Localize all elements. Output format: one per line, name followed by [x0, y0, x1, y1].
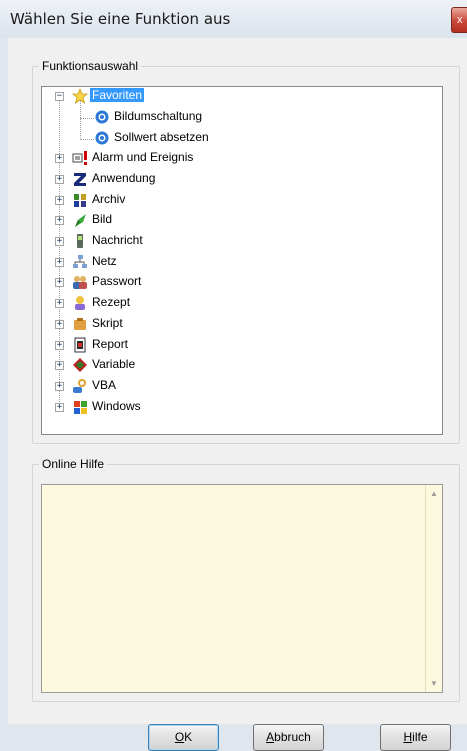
tree-item-favoriten[interactable]: − Favoriten: [42, 87, 442, 105]
tree-label: Anwendung: [92, 171, 156, 185]
variable-icon: [73, 358, 87, 372]
ok-rest: K: [184, 730, 193, 744]
tree-label: Bild: [92, 212, 113, 226]
expand-toggle[interactable]: +: [55, 196, 64, 205]
abbruch-accelerator: A: [266, 730, 275, 744]
tree-item-rezept[interactable]: + Rezept: [42, 294, 442, 312]
script-icon: [74, 318, 86, 330]
tree-item-netz[interactable]: + Netz: [42, 253, 442, 271]
tree-item-bildumschaltung[interactable]: Bildumschaltung: [42, 108, 442, 126]
users-icon: [73, 276, 87, 289]
tree-item-alarm-und-ereignis[interactable]: + Alarm und Ereignis: [42, 149, 442, 167]
funktionsauswahl-label: Funktionsauswahl: [39, 59, 142, 73]
help-text-area[interactable]: ▲ ▼: [41, 484, 443, 693]
abbruch-rest: bbruch: [274, 730, 311, 744]
help-scrollbar[interactable]: ▲ ▼: [425, 485, 442, 692]
message-phone-icon: [77, 234, 83, 248]
function-gear-icon: [95, 110, 109, 124]
tree-item-archiv[interactable]: + Archiv: [42, 191, 442, 209]
vba-icon: [73, 379, 86, 393]
expand-toggle[interactable]: +: [55, 278, 64, 287]
expand-toggle[interactable]: +: [55, 320, 64, 329]
tree-label: Passwort: [92, 274, 142, 288]
tree-item-windows[interactable]: + Windows: [42, 398, 442, 416]
network-icon: [73, 255, 87, 268]
online-hilfe-label: Online Hilfe: [39, 457, 108, 471]
scroll-up-arrow-icon[interactable]: ▲: [430, 489, 438, 498]
funktionsauswahl-group: Funktionsauswahl − Favoriten Bildumschal…: [32, 59, 460, 444]
tree-label-bildumschaltung: Bildumschaltung: [114, 109, 203, 123]
expand-toggle[interactable]: +: [55, 154, 64, 163]
hilfe-rest: ilfe: [412, 730, 428, 744]
recipe-icon: [75, 296, 85, 310]
tree-label-sollwert-absetzen: Sollwert absetzen: [114, 130, 209, 144]
star-icon: [72, 88, 88, 104]
scroll-down-arrow-icon[interactable]: ▼: [430, 679, 438, 688]
function-gear-icon: [95, 131, 109, 145]
close-button[interactable]: x: [451, 7, 467, 33]
expand-toggle[interactable]: +: [55, 403, 64, 412]
tree-label: Report: [92, 337, 129, 351]
function-tree[interactable]: − Favoriten Bildumschaltung Sollwert abs…: [41, 86, 443, 435]
tree-item-report[interactable]: + Report: [42, 336, 442, 354]
window-title: Wählen Sie eine Funktion aus: [10, 10, 231, 28]
abbruch-button[interactable]: Abbruch: [253, 724, 324, 751]
title-bar[interactable]: Wählen Sie eine Funktion aus x: [0, 0, 467, 38]
tree-item-nachricht[interactable]: + Nachricht: [42, 232, 442, 250]
expand-toggle[interactable]: +: [55, 175, 64, 184]
tree-label: Archiv: [92, 192, 126, 206]
alarm-event-icon: [72, 151, 87, 165]
ok-button[interactable]: OK: [148, 724, 219, 751]
tree-item-bild[interactable]: + Bild: [42, 211, 442, 229]
tree-item-skript[interactable]: + Skript: [42, 315, 442, 333]
tree-label: VBA: [92, 378, 117, 392]
tree-label: Variable: [92, 357, 136, 371]
tree-label: Alarm und Ereignis: [92, 150, 194, 164]
collapse-toggle[interactable]: −: [55, 92, 64, 101]
online-hilfe-group: Online Hilfe ▲ ▼: [32, 457, 460, 702]
expand-toggle[interactable]: +: [55, 299, 64, 308]
expand-toggle[interactable]: +: [55, 361, 64, 370]
tree-label: Netz: [92, 254, 117, 268]
report-icon: [74, 337, 86, 353]
tree-label: Rezept: [92, 295, 131, 309]
windows-icon: [74, 401, 87, 414]
hilfe-accelerator: H: [403, 730, 413, 744]
tree-label: Skript: [92, 316, 123, 330]
tree-label: Windows: [92, 399, 141, 413]
tree-item-sollwert-absetzen[interactable]: Sollwert absetzen: [42, 129, 442, 147]
tree-label: Nachricht: [92, 233, 143, 247]
expand-toggle[interactable]: +: [55, 341, 64, 350]
ok-accelerator: O: [174, 730, 185, 744]
tree-item-anwendung[interactable]: + Anwendung: [42, 170, 442, 188]
expand-toggle[interactable]: +: [55, 258, 64, 267]
dialog-body: Funktionsauswahl − Favoriten Bildumschal…: [8, 38, 467, 751]
expand-toggle[interactable]: +: [55, 382, 64, 391]
expand-toggle[interactable]: +: [55, 237, 64, 246]
tree-label-favoriten: Favoriten: [90, 88, 145, 102]
tree-item-variable[interactable]: + Variable: [42, 356, 442, 374]
picture-icon: [75, 214, 86, 227]
hilfe-button[interactable]: Hilfe: [380, 724, 451, 751]
application-z-icon: [74, 173, 86, 186]
archive-icon: [74, 194, 86, 207]
tree-item-passwort[interactable]: + Passwort: [42, 273, 442, 291]
expand-toggle[interactable]: +: [55, 216, 64, 225]
tree-item-vba[interactable]: + VBA: [42, 377, 442, 395]
